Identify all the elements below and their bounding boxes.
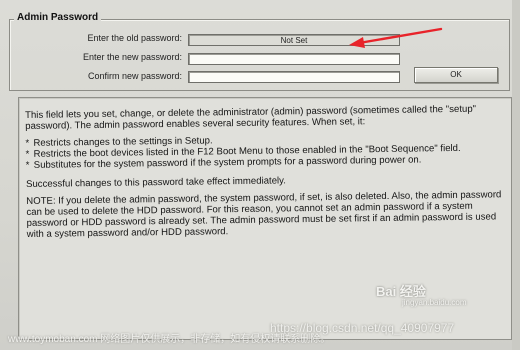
confirm-password-label: Confirm new password: (87, 71, 182, 81)
new-password-input[interactable] (189, 59, 399, 70)
red-arrow-annotation (349, 27, 443, 48)
ok-button[interactable]: OK (414, 67, 498, 83)
help-text: This field lets you set, change, or dele… (25, 103, 503, 246)
help-bullets: Restricts changes to the settings in Set… (25, 131, 501, 171)
new-password-label: Enter the new password: (82, 52, 182, 62)
baidu-watermark-url: jingyan.baidu.com (402, 298, 467, 307)
help-note: NOTE: If you delete the admin password, … (26, 189, 502, 240)
confirm-password-input[interactable] (189, 77, 399, 88)
confirm-password-field[interactable] (188, 71, 400, 88)
old-password-label: Enter the old password: (87, 33, 182, 43)
bios-setup-screen: Admin Password Enter the old password: N… (0, 0, 520, 350)
screen-edge (512, 0, 520, 350)
toymoban-watermark: www.toymoban.com 网络图片仅供展示，非存储，如有侵权请联系删除。 (8, 334, 331, 345)
help-immediate: Successful changes to this password take… (25, 175, 286, 190)
groupbox-title: Admin Password (14, 12, 102, 23)
new-password-field[interactable] (188, 53, 400, 70)
help-intro: This field lets you set, change, or dele… (25, 103, 477, 132)
